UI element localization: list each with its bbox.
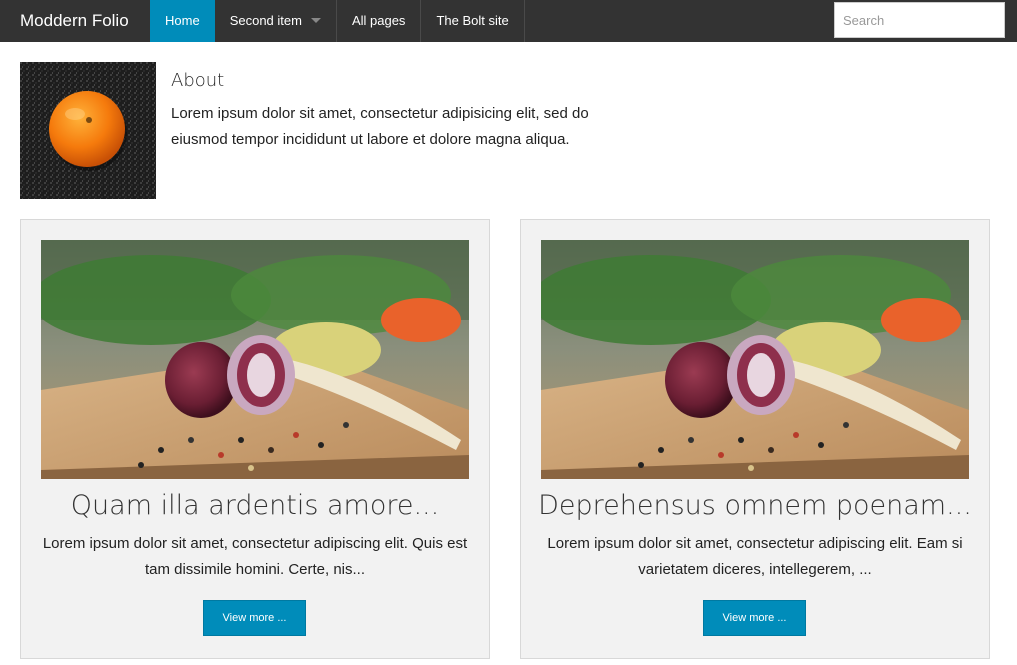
- nav-item-second-item[interactable]: Second item: [215, 0, 337, 42]
- card: Quam illa ardentis amore... Lorem ipsum …: [20, 219, 490, 659]
- about-image-orange: [20, 62, 156, 199]
- nav-item-label: All pages: [351, 13, 406, 28]
- nav-item-bolt-site[interactable]: The Bolt site: [421, 0, 525, 42]
- nav-item-home[interactable]: Home: [150, 0, 215, 42]
- card-image-vegetables[interactable]: [41, 240, 469, 479]
- about-text: Lorem ipsum dolor sit amet, consectetur …: [171, 105, 589, 148]
- nav-item-all-pages[interactable]: All pages: [337, 0, 422, 42]
- card-image-vegetables[interactable]: [541, 240, 969, 479]
- card: Deprehensus omnem poenam... Lorem ipsum …: [520, 219, 990, 659]
- card-title[interactable]: Deprehensus omnem poenam...: [521, 490, 989, 521]
- nav-item-label: The Bolt site: [436, 13, 509, 28]
- chevron-down-icon: [310, 18, 321, 23]
- card-text: Lorem ipsum dolor sit amet, consectetur …: [42, 535, 468, 578]
- card-text: Lorem ipsum dolor sit amet, consectetur …: [547, 535, 963, 578]
- site-brand[interactable]: Moddern Folio: [20, 0, 129, 42]
- view-more-button[interactable]: View more ...: [703, 600, 806, 636]
- about-title: About: [171, 70, 225, 91]
- view-more-button[interactable]: View more ...: [203, 600, 306, 636]
- nav-item-label: Home: [165, 13, 200, 28]
- top-navbar: Moddern Folio Home Second item All pages…: [0, 0, 1017, 42]
- nav-item-label: Second item: [229, 13, 302, 28]
- search-input[interactable]: [834, 2, 1005, 38]
- card-title[interactable]: Quam illa ardentis amore...: [21, 490, 489, 521]
- main-nav: Home Second item All pages The Bolt site: [150, 0, 525, 42]
